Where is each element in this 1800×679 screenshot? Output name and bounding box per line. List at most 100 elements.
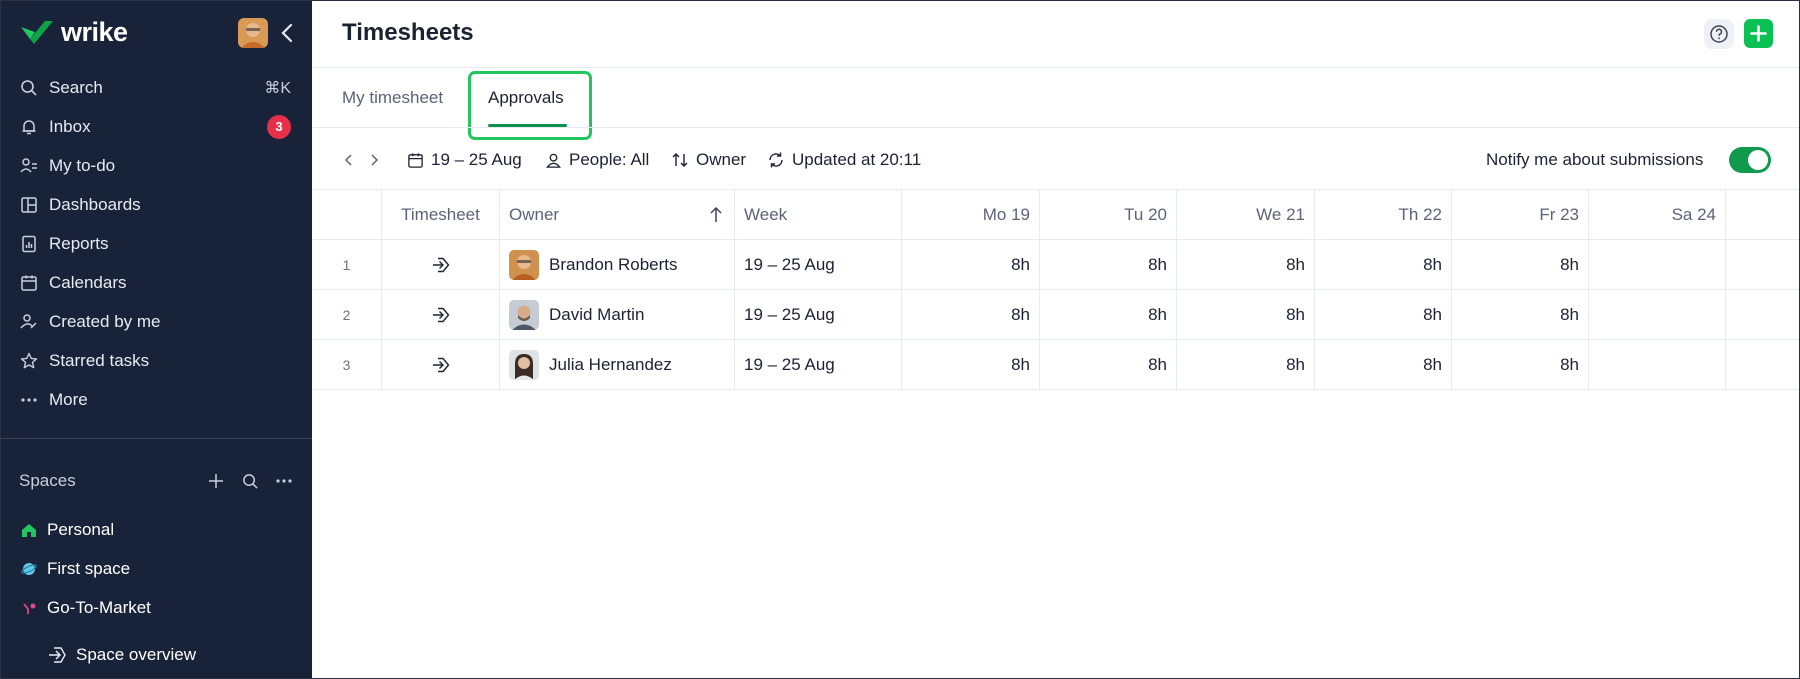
wrike-check-icon [21, 21, 53, 44]
space-item-personal[interactable]: Personal [1, 510, 312, 549]
toggle-knob [1748, 150, 1768, 170]
hours-cell: 8h [1452, 240, 1589, 289]
tab-my-timesheet[interactable]: My timesheet [342, 73, 443, 123]
open-timesheet-button[interactable] [382, 240, 500, 289]
sort-ascending-icon [710, 206, 722, 222]
avatar [509, 299, 539, 330]
space-item-go-to-market[interactable]: Go-To-Market [1, 588, 312, 627]
user-avatar[interactable] [238, 18, 268, 48]
sort-control[interactable]: Owner [670, 147, 746, 173]
table-row[interactable]: 3 Julia Hernandez 19 – 25 Aug 8h 8h 8h 8… [312, 340, 1799, 390]
sidebar-item-search[interactable]: Search ⌘K [1, 68, 312, 107]
add-space-button[interactable] [206, 471, 226, 491]
notify-label: Notify me about submissions [1486, 147, 1703, 173]
hours-cell [1589, 290, 1726, 339]
owner-cell[interactable]: Brandon Roberts [500, 240, 735, 289]
dashboard-icon [19, 195, 39, 215]
open-timesheet-button[interactable] [382, 340, 500, 389]
sidebar-divider [1, 438, 312, 439]
user-created-icon [19, 312, 39, 332]
header-day: Mo 19 [902, 190, 1040, 239]
people-filter-label: People: All [569, 150, 650, 169]
sidebar-item-label: Inbox [49, 116, 91, 136]
people-filter[interactable]: People: All [543, 147, 649, 173]
hours-cell: 8h [902, 340, 1040, 389]
space-item-first-space[interactable]: First space [1, 549, 312, 588]
chevron-left-icon [281, 23, 293, 43]
row-number: 1 [312, 240, 382, 289]
owner-name: Brandon Roberts [549, 254, 678, 274]
person-icon [543, 150, 563, 170]
avatar [509, 249, 539, 280]
owner-cell[interactable]: David Martin [500, 290, 735, 339]
hours-cell: 8h [1177, 340, 1315, 389]
hours-cell: 8h [1315, 290, 1452, 339]
hours-cell: 8h [1040, 240, 1177, 289]
sidebar-item-calendars[interactable]: Calendars [1, 263, 312, 302]
table-header-row: Timesheet Owner Week Mo 19 Tu 20 We 21 T… [312, 189, 1799, 240]
open-arrow-icon [432, 307, 449, 322]
header-owner[interactable]: Owner [500, 190, 735, 239]
notify-toggle[interactable] [1729, 147, 1771, 173]
prev-week-button[interactable] [342, 147, 356, 173]
hours-cell: 8h [1177, 240, 1315, 289]
header-timesheet[interactable]: Timesheet [382, 190, 500, 239]
space-item-label: Personal [47, 519, 115, 539]
table-row[interactable]: 1 Brandon Roberts 19 – 25 Aug 8h 8h 8h 8… [312, 240, 1799, 290]
sidebar-item-created-by-me[interactable]: Created by me [1, 302, 312, 341]
next-week-button[interactable] [367, 147, 381, 173]
sidebar-item-inbox[interactable]: Inbox 3 [1, 107, 312, 146]
tabs-divider [312, 127, 1799, 128]
search-spaces-button[interactable] [240, 471, 260, 491]
hours-cell: 8h [902, 240, 1040, 289]
sidebar-item-my-todo[interactable]: My to-do [1, 146, 312, 185]
week-cell: 19 – 25 Aug [735, 240, 902, 289]
sidebar-item-label: Search [49, 77, 103, 97]
space-overview-item[interactable]: Space overview [47, 643, 196, 667]
spaces-more-button[interactable] [274, 471, 294, 491]
star-icon [19, 351, 39, 371]
main-content: Timesheets My timesheet Approvals 19 – 2… [312, 1, 1799, 678]
sidebar-item-label: Reports [49, 233, 109, 253]
tab-label: Approvals [488, 88, 564, 107]
help-icon [1710, 25, 1728, 43]
sidebar-item-more[interactable]: More [1, 380, 312, 419]
help-button[interactable] [1704, 19, 1734, 49]
home-icon [21, 522, 37, 538]
open-timesheet-button[interactable] [382, 290, 500, 339]
todo-icon [19, 156, 39, 176]
hours-cell: 8h [1452, 290, 1589, 339]
hours-cell: 8h [1315, 340, 1452, 389]
date-range-label: 19 – 25 Aug [431, 150, 522, 169]
hours-cell: 8h [1315, 240, 1452, 289]
tab-approvals[interactable]: Approvals [488, 73, 564, 123]
ellipsis-icon [276, 479, 292, 483]
owner-name: David Martin [549, 304, 645, 324]
avatar [509, 349, 539, 380]
sidebar-item-dashboards[interactable]: Dashboards [1, 185, 312, 224]
sidebar-item-label: Calendars [49, 272, 127, 292]
sidebar-item-starred-tasks[interactable]: Starred tasks [1, 341, 312, 380]
space-overview-label: Space overview [76, 645, 197, 664]
sidebar-nav: Search ⌘K Inbox 3 My to-do Dashboards Re… [1, 68, 312, 419]
branch-icon [21, 600, 37, 616]
search-icon [242, 473, 258, 489]
enter-arrow-icon [49, 647, 66, 663]
refresh-button[interactable]: Updated at 20:11 [766, 147, 921, 173]
hours-cell: 8h [1452, 340, 1589, 389]
owner-cell[interactable]: Julia Hernandez [500, 340, 735, 389]
header-week[interactable]: Week [735, 190, 902, 239]
add-button[interactable] [1744, 19, 1773, 48]
row-number: 3 [312, 340, 382, 389]
ellipsis-icon [19, 390, 39, 410]
wrike-logo[interactable]: wrike [19, 17, 128, 47]
open-arrow-icon [432, 357, 449, 372]
date-range-picker[interactable]: 19 – 25 Aug [405, 147, 522, 173]
hours-cell: 8h [1040, 340, 1177, 389]
collapse-sidebar-button[interactable] [277, 21, 299, 45]
sidebar: wrike Search ⌘K Inbox 3 My to-do Dashboa… [1, 1, 312, 678]
sidebar-item-reports[interactable]: Reports [1, 224, 312, 263]
toolbar: 19 – 25 Aug People: All Owner Updated at… [312, 143, 1799, 177]
header-day: We 21 [1177, 190, 1315, 239]
table-row[interactable]: 2 David Martin 19 – 25 Aug 8h 8h 8h 8h 8… [312, 290, 1799, 340]
